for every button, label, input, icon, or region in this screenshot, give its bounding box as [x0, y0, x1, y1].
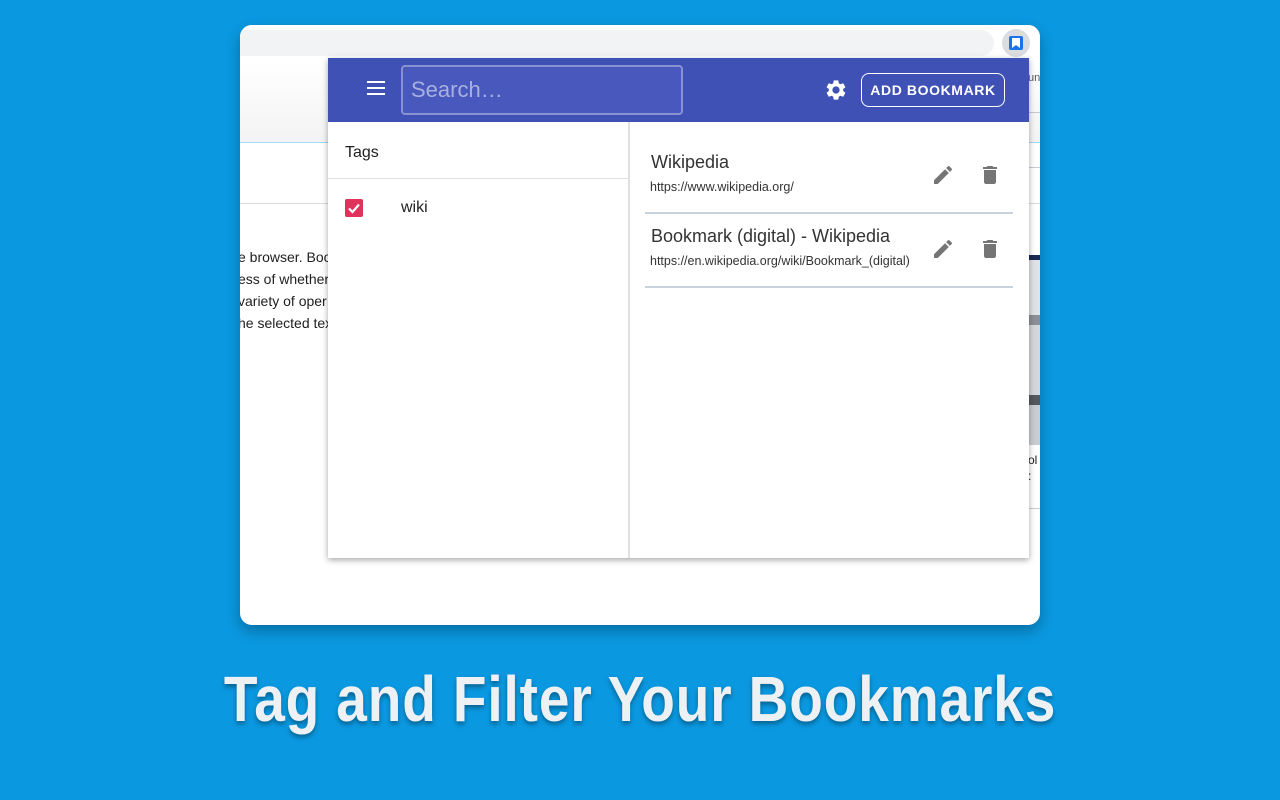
- caption-line: ol: [1028, 453, 1038, 467]
- bookmark-url: https://en.wikipedia.org/wiki/Bookmark_(…: [650, 254, 910, 268]
- divider: [1028, 112, 1040, 113]
- page-right-header: unt: [1028, 72, 1040, 84]
- extension-button[interactable]: [1002, 29, 1030, 57]
- app-bar: ADD BOOKMARK: [328, 58, 1029, 122]
- caption-line: :: [1028, 469, 1032, 483]
- gear-icon[interactable]: [824, 78, 848, 102]
- menu-icon[interactable]: [367, 81, 385, 95]
- edit-icon[interactable]: [931, 163, 955, 187]
- page-text-line: variety of oper: [240, 293, 327, 309]
- bookmark-icon: [1009, 36, 1023, 50]
- divider: [1028, 508, 1040, 509]
- add-bookmark-button[interactable]: ADD BOOKMARK: [861, 73, 1005, 107]
- bookmark-item[interactable]: Wikipedia https://www.wikipedia.org/: [645, 140, 1013, 214]
- delete-icon[interactable]: [978, 163, 1002, 187]
- tag-checkbox[interactable]: [345, 199, 363, 217]
- page-text-line: e browser. Book: [240, 249, 328, 265]
- page-image: [1028, 255, 1040, 445]
- bookmark-title[interactable]: Wikipedia: [651, 152, 729, 173]
- tags-heading: Tags: [345, 144, 379, 161]
- page-image-caption: ol :: [1028, 452, 1037, 484]
- promo-headline: Tag and Filter Your Bookmarks: [223, 663, 1057, 735]
- bookmark-item[interactable]: Bookmark (digital) - Wikipedia https://e…: [645, 214, 1013, 288]
- divider: [1028, 167, 1040, 168]
- address-bar[interactable]: [240, 30, 994, 56]
- page-right-column: unt ol :: [1028, 62, 1040, 532]
- browser-toolbar: [240, 25, 1040, 61]
- edit-icon[interactable]: [931, 237, 955, 261]
- search-box: [401, 65, 683, 115]
- search-input[interactable]: [403, 67, 671, 113]
- page-body-text: e browser. Book ess of whether variety o…: [240, 246, 328, 334]
- bookmark-url: https://www.wikipedia.org/: [650, 180, 794, 194]
- bookmark-title[interactable]: Bookmark (digital) - Wikipedia: [651, 226, 890, 247]
- delete-icon[interactable]: [978, 237, 1002, 261]
- tags-panel: Tags wiki: [328, 122, 630, 558]
- divider: [328, 178, 628, 179]
- page-text-line: ess of whether: [240, 271, 328, 287]
- extension-popup: ADD BOOKMARK Tags wiki Wikipedia https:/…: [328, 58, 1029, 558]
- tag-label[interactable]: wiki: [401, 199, 428, 217]
- page-text-line: he selected tex: [240, 315, 328, 331]
